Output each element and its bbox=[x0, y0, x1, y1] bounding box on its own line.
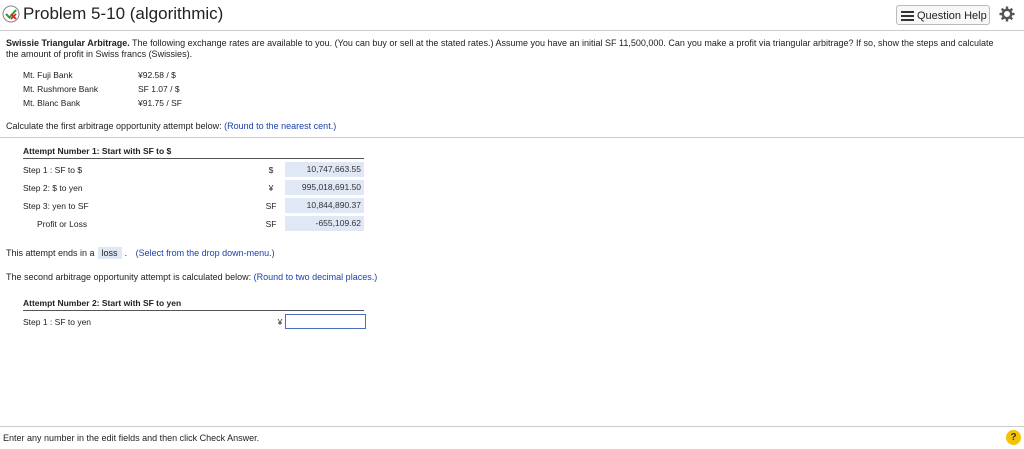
bank-name: Mt. Blanc Bank bbox=[23, 98, 81, 108]
footer-bar: Enter any number in the edit fields and … bbox=[0, 426, 1024, 449]
answer-value[interactable]: 10,844,890.37 bbox=[285, 198, 364, 213]
gear-icon[interactable] bbox=[999, 6, 1015, 22]
attempt-1-title: Attempt Number 1: Start with SF to $ bbox=[23, 146, 364, 159]
bank-name: Mt. Rushmore Bank bbox=[23, 84, 99, 94]
answer-input[interactable] bbox=[285, 314, 366, 329]
exchange-rate: ¥91.75 / SF bbox=[138, 98, 182, 108]
question-2-hint: (Round to two decimal places.) bbox=[253, 272, 378, 282]
step-label: Profit or Loss bbox=[37, 219, 88, 229]
bank-name: Mt. Fuji Bank bbox=[23, 70, 73, 80]
divider bbox=[0, 137, 1024, 138]
attempt-2-table: Attempt Number 2: Start with SF to yen S… bbox=[23, 298, 366, 331]
question-1: Calculate the first arbitrage opportunit… bbox=[6, 121, 336, 131]
problem-statement: Swissie Triangular Arbitrage. The follow… bbox=[6, 38, 1006, 60]
question-help-label: Question Help bbox=[917, 10, 987, 22]
partial-credit-icon bbox=[2, 5, 20, 23]
profit-loss-dropdown[interactable]: loss bbox=[97, 247, 122, 259]
attempt-2-title: Attempt Number 2: Start with SF to yen bbox=[23, 298, 364, 311]
question-1-text: Calculate the first arbitrage opportunit… bbox=[6, 121, 225, 131]
question-2: The second arbitrage opportunity attempt… bbox=[6, 272, 377, 282]
attempt-row: Step 3: yen to SF SF 10,844,890.37 bbox=[23, 197, 364, 215]
step-label: Step 3: yen to SF bbox=[23, 201, 89, 211]
question-help-button[interactable]: Question Help bbox=[896, 5, 990, 25]
exchange-rate: SF 1.07 / $ bbox=[138, 84, 180, 94]
attempt-row: Step 1 : SF to $ $ 10,747,663.55 bbox=[23, 161, 364, 179]
exchange-rate: ¥92.58 / $ bbox=[138, 70, 176, 80]
question-2-text: The second arbitrage opportunity attempt… bbox=[6, 272, 254, 282]
step-label: Step 2: $ to yen bbox=[23, 183, 83, 193]
header-bar: Problem 5-10 (algorithmic) Question Help bbox=[0, 0, 1024, 31]
attempt-1-table: Attempt Number 1: Start with SF to $ Ste… bbox=[23, 146, 364, 233]
unit-label: $ bbox=[268, 165, 274, 175]
footer-instruction: Enter any number in the edit fields and … bbox=[3, 433, 260, 443]
answer-value[interactable]: 10,747,663.55 bbox=[285, 162, 364, 177]
step-label: Step 1 : SF to yen bbox=[23, 317, 92, 327]
unit-label: SF bbox=[265, 219, 277, 229]
loss-sentence: This attempt ends in a loss. (Select from… bbox=[6, 247, 275, 259]
step-label: Step 1 : SF to $ bbox=[23, 165, 83, 175]
help-icon[interactable]: ? bbox=[1006, 430, 1021, 445]
answer-value[interactable]: -655,109.62 bbox=[285, 216, 364, 231]
problem-heading: Swissie Triangular Arbitrage. bbox=[6, 38, 130, 48]
answer-value[interactable]: 995,018,691.50 bbox=[285, 180, 364, 195]
loss-pre-text: This attempt ends in a bbox=[6, 248, 95, 258]
problem-text: The following exchange rates are availab… bbox=[6, 38, 994, 59]
loss-hint: (Select from the drop down-menu.) bbox=[135, 248, 275, 258]
page-title: Problem 5-10 (algorithmic) bbox=[23, 4, 224, 23]
attempt-row: Step 1 : SF to yen ¥ bbox=[23, 313, 366, 331]
question-1-hint: (Round to the nearest cent.) bbox=[224, 121, 337, 131]
attempt-row: Profit or Loss SF -655,109.62 bbox=[23, 215, 364, 233]
attempt-row: Step 2: $ to yen ¥ 995,018,691.50 bbox=[23, 179, 364, 197]
unit-label: ¥ bbox=[268, 183, 274, 193]
unit-label: ¥ bbox=[277, 317, 283, 327]
loss-post-text: . bbox=[124, 248, 128, 258]
list-icon bbox=[901, 11, 914, 22]
unit-label: SF bbox=[265, 201, 277, 211]
